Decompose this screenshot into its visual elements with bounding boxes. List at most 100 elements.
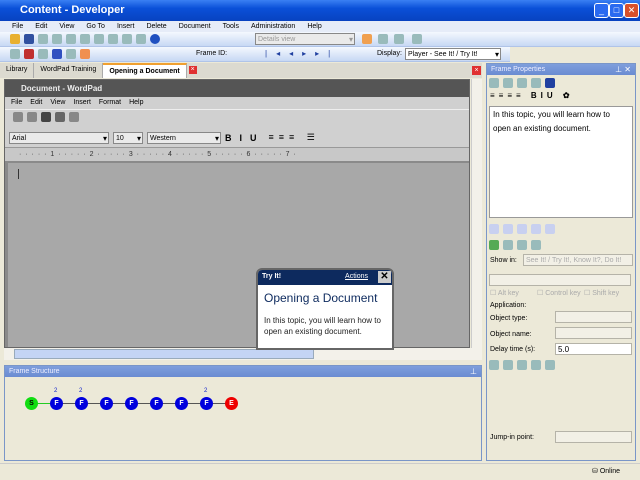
actions-link[interactable]: Actions: [345, 273, 368, 280]
shift-key-checkbox[interactable]: ☐ Shift key: [584, 289, 619, 297]
fill-icon[interactable]: [531, 240, 541, 250]
help-icon[interactable]: [150, 34, 160, 44]
menu-view[interactable]: View: [59, 21, 74, 32]
wordpad-toolbar: [5, 109, 469, 128]
bold-italic-underline-icons: BIU: [225, 132, 265, 143]
key-icon[interactable]: [545, 360, 555, 370]
print-icon[interactable]: [38, 34, 48, 44]
wordpad-document: [8, 163, 469, 347]
details-view-icon[interactable]: [362, 34, 372, 44]
application-label: Application:: [490, 302, 527, 309]
action-icon[interactable]: [503, 240, 513, 250]
paste-icon[interactable]: [517, 78, 527, 88]
menu-file[interactable]: File: [12, 21, 23, 32]
find-icon[interactable]: [136, 34, 146, 44]
frame-node[interactable]: F: [150, 397, 163, 410]
edit-icon[interactable]: [66, 49, 76, 59]
list-view-icon[interactable]: [378, 34, 388, 44]
frame-properties-title: Frame Properties: [487, 64, 635, 75]
record-icon[interactable]: [10, 49, 20, 59]
bubble-text-editor[interactable]: In this topic, you will learn how to ope…: [489, 106, 633, 218]
menu-insert[interactable]: Insert: [117, 21, 135, 32]
frame-node[interactable]: F: [75, 397, 88, 410]
action-type-select[interactable]: [489, 274, 631, 286]
pin-icon[interactable]: ⊥: [470, 367, 477, 376]
action-tab-icon[interactable]: [489, 224, 499, 234]
standard-toolbar: Details view: [0, 32, 640, 47]
minimize-button[interactable]: _: [594, 3, 609, 18]
rectangle-icon[interactable]: [503, 360, 513, 370]
font-icon[interactable]: [545, 78, 555, 88]
tab-opening-a-document[interactable]: Opening a Document: [103, 63, 187, 78]
frame-node[interactable]: F: [50, 397, 63, 410]
copy-icon[interactable]: [66, 34, 76, 44]
delete-icon[interactable]: [94, 34, 104, 44]
connect-icon[interactable]: [52, 49, 62, 59]
delete-icon[interactable]: [531, 78, 541, 88]
info-tab-icon[interactable]: [545, 224, 555, 234]
bubble-tab-icon[interactable]: [503, 224, 513, 234]
object-type-select[interactable]: [555, 311, 632, 323]
frame-tab-icon[interactable]: [517, 224, 527, 234]
branch-icon[interactable]: [38, 49, 48, 59]
format-toolbar[interactable]: ≡≡≡≡ BIU ✿: [487, 91, 635, 105]
message-tab-icon[interactable]: [531, 224, 541, 234]
select-object-icon[interactable]: [489, 360, 499, 370]
menu-delete[interactable]: Delete: [146, 21, 166, 32]
paste-icon[interactable]: [80, 34, 90, 44]
close-button[interactable]: ✕: [624, 3, 639, 18]
frame-node[interactable]: F: [200, 397, 213, 410]
start-node[interactable]: S: [25, 397, 38, 410]
menu-goto[interactable]: Go To: [86, 21, 105, 32]
check-icon[interactable]: [489, 240, 499, 250]
menu-help[interactable]: Help: [307, 21, 321, 32]
frame-node[interactable]: F: [175, 397, 188, 410]
split-view-icon[interactable]: [394, 34, 404, 44]
jump-in-input[interactable]: [555, 431, 632, 443]
tab-library[interactable]: Library: [0, 63, 35, 78]
copy-icon[interactable]: [503, 78, 513, 88]
shift-key-label: Shift key: [592, 290, 620, 297]
close-document-icon[interactable]: ×: [472, 66, 481, 75]
open-icon[interactable]: [10, 34, 20, 44]
timer-icon[interactable]: [531, 360, 541, 370]
menu-administration[interactable]: Administration: [251, 21, 295, 32]
end-node[interactable]: E: [225, 397, 238, 410]
frame-node[interactable]: F: [125, 397, 138, 410]
object-name-input[interactable]: [555, 327, 632, 339]
user-icon[interactable]: [517, 360, 527, 370]
wp-menu-view: View: [50, 99, 66, 106]
insert-frame-icon[interactable]: [24, 49, 34, 59]
cut-icon[interactable]: [52, 34, 62, 44]
font-select: Arial: [9, 131, 109, 144]
undo-icon[interactable]: [108, 34, 118, 44]
show-in-select[interactable]: See It! / Try It!, Know It?, Do It!: [523, 254, 633, 266]
cut-icon[interactable]: [489, 78, 499, 88]
display-select[interactable]: Player - See It! / Try It!: [405, 48, 501, 60]
menu-document[interactable]: Document: [179, 21, 211, 32]
action-count: 2: [79, 388, 83, 394]
delay-time-select[interactable]: 5.0: [555, 343, 632, 355]
menu-edit[interactable]: Edit: [35, 21, 47, 32]
alt-key-checkbox[interactable]: ☐ Alt key: [490, 289, 519, 297]
menu-tools[interactable]: Tools: [223, 21, 239, 32]
close-tab-icon[interactable]: ×: [188, 66, 197, 74]
view-select[interactable]: Details view: [255, 33, 355, 45]
frame-navigation[interactable]: |◂◂▸▸|: [265, 49, 339, 58]
maximize-button[interactable]: □: [609, 3, 624, 18]
screenshot-icon[interactable]: [80, 49, 90, 59]
close-bubble-icon[interactable]: ✕: [378, 271, 391, 283]
control-key-checkbox[interactable]: ☐ Control key: [537, 289, 581, 297]
redo-icon[interactable]: [122, 34, 132, 44]
close-panel-icon[interactable]: ⊥ ✕: [615, 65, 631, 74]
online-label: Online: [599, 468, 621, 475]
publish-icon[interactable]: [412, 34, 422, 44]
horizontal-scrollbar[interactable]: [4, 348, 482, 360]
save-icon[interactable]: [24, 34, 34, 44]
hand-icon[interactable]: [517, 240, 527, 250]
delay-time-label: Delay time (s):: [490, 346, 536, 353]
vertical-scrollbar[interactable]: [471, 79, 482, 348]
tab-wordpad-training[interactable]: WordPad Training: [34, 63, 104, 78]
show-in-label: Show in:: [490, 257, 517, 264]
frame-node[interactable]: F: [100, 397, 113, 410]
